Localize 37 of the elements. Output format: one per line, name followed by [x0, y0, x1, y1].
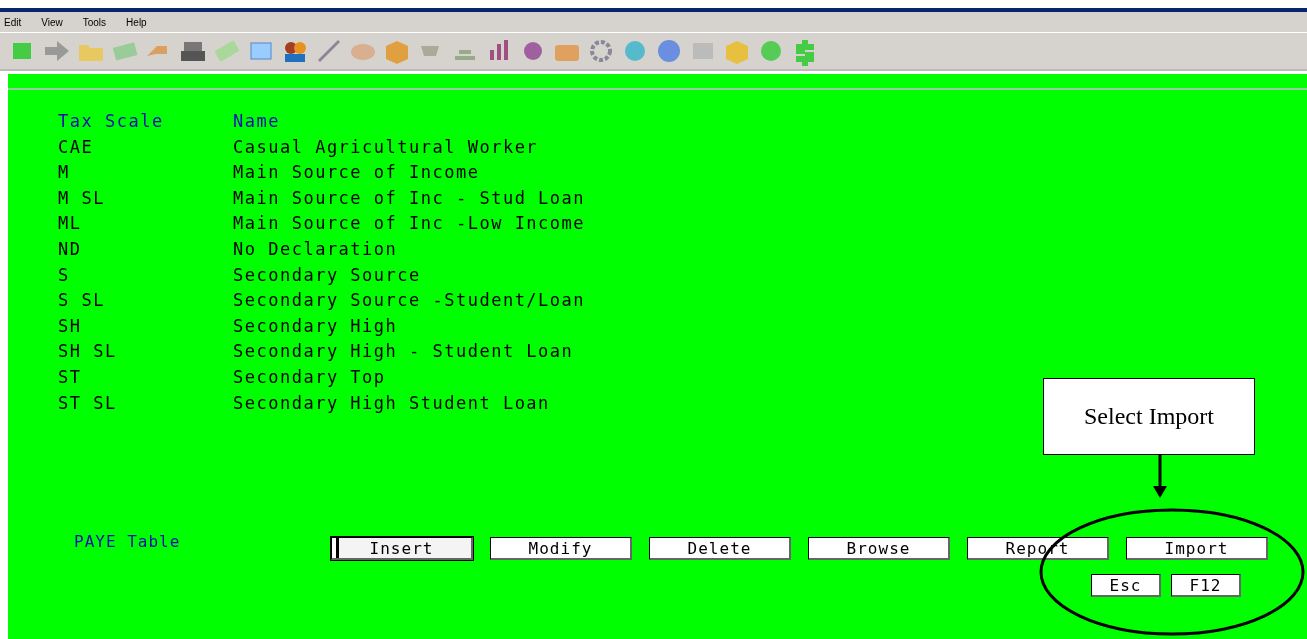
table-cell-text: ND [58, 237, 83, 261]
table-cell-text: No Declaration [233, 237, 399, 261]
table-cell-text: Secondary High - Student Loan [233, 340, 575, 363]
table-cell: Secondary Source -Student/Loan [233, 289, 586, 312]
table-cell-text: CAE [58, 135, 95, 159]
action-button[interactable]: Delete [649, 537, 791, 560]
action-button[interactable]: Insert [331, 537, 473, 560]
table-cell-text: Secondary High [233, 314, 399, 338]
table-cell-text: SH SL [58, 340, 118, 363]
table-cell-text: Casual Agricultural Worker [233, 135, 540, 159]
key-button[interactable]: F12 [1171, 574, 1241, 597]
table-cell-text: ST SL [58, 391, 118, 415]
column-header: Name [233, 110, 281, 133]
table-cell-text: Secondary Top [233, 365, 387, 389]
key-button[interactable]: Esc [1091, 574, 1161, 597]
table-cell-text: S [58, 263, 71, 287]
callout-text: Select Import [1084, 403, 1214, 430]
action-button[interactable]: Browse [808, 537, 950, 560]
table-cell-text: M SL [58, 186, 106, 210]
table-cell-text: S SL [58, 289, 106, 312]
menu-item[interactable]: Help [126, 16, 147, 28]
menu-item[interactable]: Edit [4, 16, 22, 28]
table-cell-text: ML [58, 212, 83, 235]
table-cell: Main Source of Inc - Stud Loan [233, 186, 586, 210]
action-button[interactable]: Import [1126, 537, 1268, 560]
table-cell-text: Main Source of Income [233, 161, 481, 184]
menu-item[interactable]: View [41, 16, 63, 28]
table-label: PAYE Table [73, 532, 182, 551]
table-cell-text: Secondary High Student Loan [233, 391, 551, 415]
menu-item[interactable]: Tools [82, 16, 107, 28]
table-cell-text: M [58, 161, 71, 184]
table-cell-text: Secondary Source [233, 263, 422, 287]
table-cell-text: SH [58, 314, 83, 338]
column-header: Tax Scale [58, 110, 165, 133]
action-button[interactable]: Modify [490, 537, 632, 560]
table-cell: Main Source of Inc -Low Income [233, 212, 586, 235]
table-cell-text: ST [58, 365, 83, 389]
